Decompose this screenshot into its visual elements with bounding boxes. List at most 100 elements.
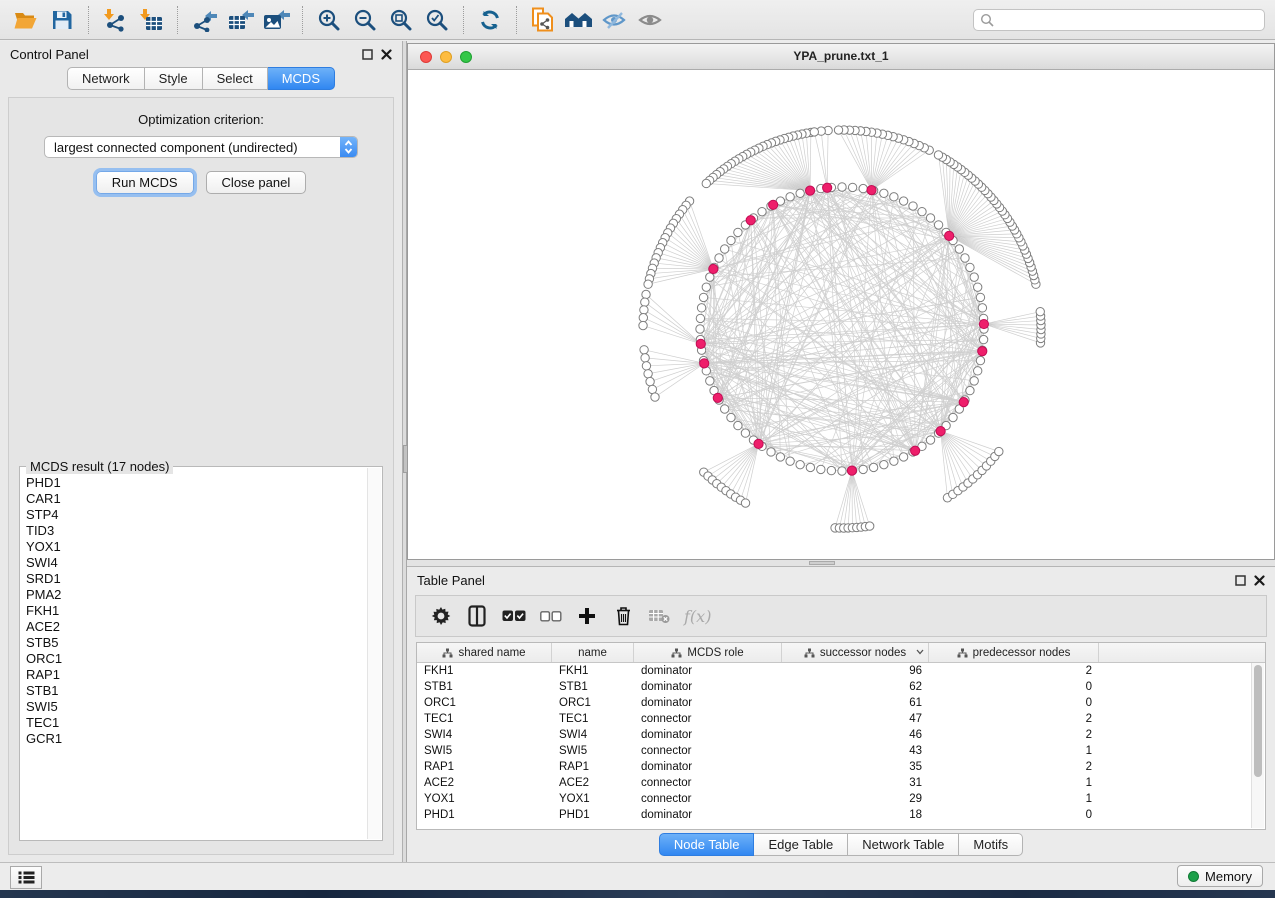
table-row[interactable]: SWI5SWI5connector431 (417, 743, 1265, 759)
column-header-MCDS-role[interactable]: MCDS role (634, 643, 782, 662)
table-mode-gear-icon[interactable] (430, 603, 452, 629)
table-row[interactable]: ORC1ORC1dominator610 (417, 695, 1265, 711)
table-toolbar: f(x) (415, 595, 1267, 637)
mcds-result-item[interactable]: PHD1 (26, 475, 366, 491)
close-panel-button[interactable]: Close panel (206, 171, 307, 194)
control-panel: Control Panel NetworkStyleSelectMCDS Opt… (0, 41, 402, 863)
tab-motifs[interactable]: Motifs (959, 833, 1023, 856)
show-all-eye-icon[interactable] (633, 4, 669, 36)
export-image-icon[interactable] (258, 4, 294, 36)
import-network-icon[interactable] (97, 4, 133, 36)
shared-column-icon (442, 648, 453, 658)
network-canvas[interactable] (408, 69, 1274, 559)
float-window-icon[interactable] (362, 49, 373, 60)
zoom-fit-icon[interactable] (383, 4, 419, 36)
select-all-icon[interactable] (502, 603, 526, 629)
clone-network-icon[interactable] (525, 4, 561, 36)
mcds-result-item[interactable]: SWI4 (26, 555, 366, 571)
network-window-titlebar[interactable]: YPA_prune.txt_1 (408, 44, 1274, 70)
shared-column-icon (671, 648, 682, 658)
float-window-icon[interactable] (1235, 575, 1246, 586)
minimize-window-traffic-light[interactable] (440, 51, 452, 63)
first-neighbors-houses-icon[interactable] (561, 4, 597, 36)
column-header-successor-nodes[interactable]: successor nodes (782, 643, 929, 662)
open-file-icon[interactable] (8, 4, 44, 36)
zoom-selected-icon[interactable] (419, 4, 455, 36)
tab-select[interactable]: Select (203, 67, 268, 90)
mcds-result-item[interactable]: ACE2 (26, 619, 366, 635)
mcds-result-item[interactable]: PMA2 (26, 587, 366, 603)
column-header-predecessor-nodes[interactable]: predecessor nodes (929, 643, 1099, 662)
deselect-all-icon[interactable] (540, 603, 562, 629)
table-row[interactable]: PHD1PHD1dominator180 (417, 807, 1265, 823)
table-scrollbar[interactable] (1251, 663, 1264, 828)
mcds-result-item[interactable]: TEC1 (26, 715, 366, 731)
function-builder-icon[interactable]: f(x) (684, 603, 711, 629)
table-row[interactable]: FKH1FKH1dominator962 (417, 663, 1265, 679)
tab-style[interactable]: Style (145, 67, 203, 90)
tab-mcds[interactable]: MCDS (268, 67, 335, 90)
status-bar: Memory (0, 862, 1275, 890)
mcds-result-item[interactable]: FKH1 (26, 603, 366, 619)
memory-button[interactable]: Memory (1177, 865, 1263, 887)
export-table-icon[interactable] (222, 4, 258, 36)
mcds-result-item[interactable]: STB1 (26, 683, 366, 699)
show-columns-icon[interactable] (466, 603, 488, 629)
desktop-background-strip (0, 890, 1275, 898)
show-panel-list-button[interactable] (10, 866, 42, 889)
mcds-result-item[interactable]: CAR1 (26, 491, 366, 507)
add-column-icon[interactable] (576, 603, 598, 629)
chevron-down-icon (916, 649, 924, 655)
table-row[interactable]: SWI4SWI4dominator462 (417, 727, 1265, 743)
close-panel-icon[interactable] (381, 49, 392, 60)
table-scrollbar-thumb[interactable] (1254, 665, 1262, 777)
memory-label: Memory (1205, 869, 1252, 884)
network-graph[interactable] (408, 69, 1275, 559)
delete-table-icon[interactable] (648, 603, 670, 629)
network-window: YPA_prune.txt_1 (407, 43, 1275, 560)
column-header-shared-name[interactable]: shared name (417, 643, 552, 662)
maximize-window-traffic-light[interactable] (460, 51, 472, 63)
zoom-out-icon[interactable] (347, 4, 383, 36)
close-window-traffic-light[interactable] (420, 51, 432, 63)
tab-node-table[interactable]: Node Table (659, 833, 755, 856)
mcds-result-item[interactable]: STB5 (26, 635, 366, 651)
mcds-result-item[interactable]: RAP1 (26, 667, 366, 683)
table-row[interactable]: STB1STB1dominator620 (417, 679, 1265, 695)
export-network-icon[interactable] (186, 4, 222, 36)
tab-edge-table[interactable]: Edge Table (754, 833, 848, 856)
mcds-list-scrollbar[interactable] (367, 468, 381, 839)
refresh-layout-icon[interactable] (472, 4, 508, 36)
table-row[interactable]: TEC1TEC1connector472 (417, 711, 1265, 727)
table-row[interactable]: YOX1YOX1connector291 (417, 791, 1265, 807)
mcds-result-item[interactable]: TID3 (26, 523, 366, 539)
criterion-select[interactable]: largest connected component (undirected) (44, 136, 358, 158)
delete-columns-trash-icon[interactable] (612, 603, 634, 629)
search-input[interactable] (995, 12, 1258, 28)
column-header-name[interactable]: name (552, 643, 634, 662)
network-title: YPA_prune.txt_1 (793, 49, 888, 63)
mcds-result-item[interactable]: YOX1 (26, 539, 366, 555)
table-row[interactable]: RAP1RAP1dominator352 (417, 759, 1265, 775)
search-field[interactable] (973, 9, 1265, 31)
zoom-in-icon[interactable] (311, 4, 347, 36)
table-panel-title: Table Panel (417, 573, 485, 588)
table-row[interactable]: ACE2ACE2connector311 (417, 775, 1265, 791)
tab-network-table[interactable]: Network Table (848, 833, 959, 856)
mcds-result-group: MCDS result (17 nodes) PHD1CAR1STP4TID3Y… (19, 466, 383, 841)
splitter-grip[interactable] (809, 561, 835, 565)
mcds-result-item[interactable]: SWI5 (26, 699, 366, 715)
import-table-icon[interactable] (133, 4, 169, 36)
mcds-result-item[interactable]: GCR1 (26, 731, 366, 747)
select-stepper-icon (340, 137, 357, 157)
hide-selected-eye-icon[interactable] (597, 4, 633, 36)
run-mcds-button[interactable]: Run MCDS (96, 171, 194, 194)
mcds-result-item[interactable]: STP4 (26, 507, 366, 523)
mcds-result-list[interactable]: PHD1CAR1STP4TID3YOX1SWI4SRD1PMA2FKH1ACE2… (26, 475, 366, 836)
mcds-result-item[interactable]: ORC1 (26, 651, 366, 667)
tab-network[interactable]: Network (67, 67, 145, 90)
close-panel-icon[interactable] (1254, 575, 1265, 586)
mcds-result-title: MCDS result (17 nodes) (26, 459, 173, 474)
save-session-icon[interactable] (44, 4, 80, 36)
mcds-result-item[interactable]: SRD1 (26, 571, 366, 587)
